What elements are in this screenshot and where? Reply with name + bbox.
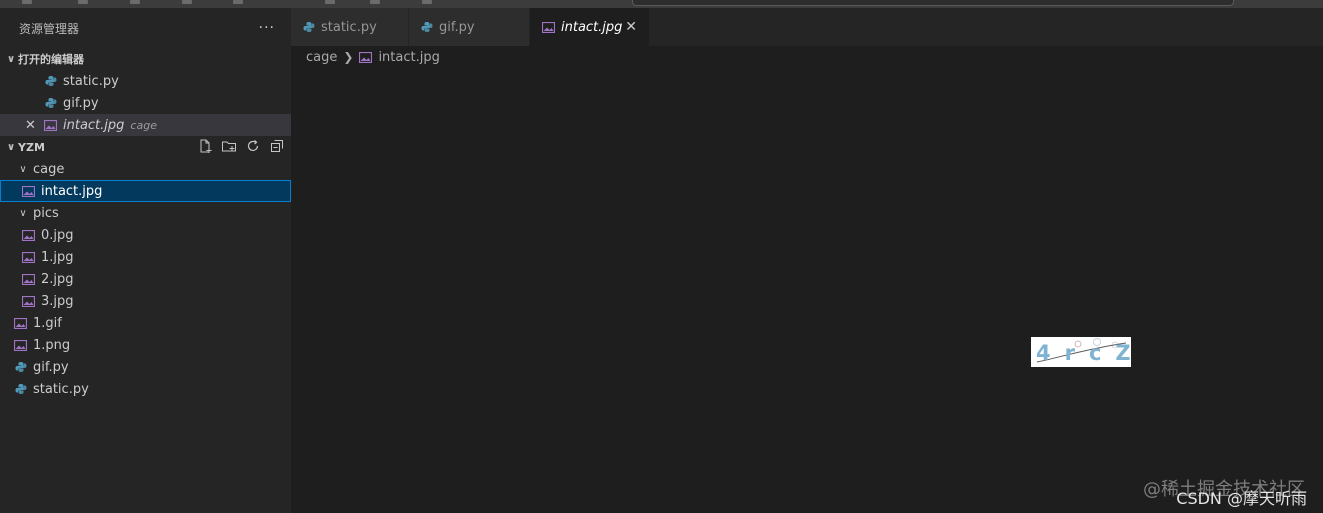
- collapse-all-icon[interactable]: [269, 138, 285, 154]
- image-file-icon: [22, 295, 35, 307]
- workspace-section[interactable]: ∨ YZM: [0, 136, 291, 158]
- tree-label: pics: [33, 205, 59, 221]
- workspace-title: YZM: [18, 140, 45, 154]
- menu-marker: [182, 0, 192, 4]
- explorer-header: 资源管理器 ···: [0, 8, 291, 48]
- chevron-down-icon: ∨: [6, 53, 16, 65]
- tree-file[interactable]: static.py: [0, 378, 291, 400]
- menu-marker: [370, 0, 380, 4]
- breadcrumb: cage ❯ intact.jpg: [306, 46, 440, 68]
- tree-file[interactable]: 3.jpg: [0, 290, 291, 312]
- python-file-icon: [15, 362, 27, 372]
- python-file-icon: [303, 22, 315, 32]
- tab-label: gif.py: [439, 19, 475, 35]
- tree-label: 1.png: [33, 337, 71, 353]
- open-editor-item-active[interactable]: ✕ intact.jpg cage: [0, 114, 291, 136]
- explorer-title: 资源管理器: [19, 21, 80, 36]
- tab-label: intact.jpg: [561, 19, 623, 35]
- python-file-icon: [45, 76, 57, 86]
- menu-marker: [422, 0, 432, 4]
- tree-file[interactable]: 0.jpg: [0, 224, 291, 246]
- python-file-icon: [45, 98, 57, 108]
- open-editor-item[interactable]: gif.py: [0, 92, 291, 114]
- open-editor-item[interactable]: static.py: [0, 70, 291, 92]
- chevron-right-icon: ❯: [343, 50, 354, 64]
- tree-file[interactable]: gif.py: [0, 356, 291, 378]
- tree-label: gif.py: [33, 359, 69, 375]
- new-folder-icon[interactable]: [221, 138, 237, 154]
- image-preview-area: [291, 68, 1323, 513]
- tree-label: 0.jpg: [41, 227, 74, 243]
- breadcrumb-file[interactable]: intact.jpg: [378, 50, 439, 65]
- tree-label: static.py: [33, 381, 89, 397]
- open-editor-label: static.py: [63, 73, 119, 89]
- close-icon[interactable]: ✕: [25, 118, 39, 133]
- image-file-icon: [22, 251, 35, 263]
- explorer-actions: [197, 138, 285, 154]
- image-file-icon: [359, 51, 373, 63]
- tree-file-intact-jpg[interactable]: intact.jpg: [0, 180, 291, 202]
- menu-marker: [130, 0, 140, 4]
- new-file-icon[interactable]: [197, 138, 213, 154]
- tab-gif-py[interactable]: gif.py: [409, 8, 530, 46]
- menu-marker: [233, 0, 243, 4]
- image-file-icon: [14, 317, 27, 329]
- open-editor-description: cage: [130, 118, 157, 132]
- image-file-icon: [22, 185, 35, 197]
- python-file-icon: [15, 384, 27, 394]
- tree-folder-cage[interactable]: ∨ cage: [0, 158, 291, 180]
- image-file-icon: [14, 339, 27, 351]
- command-center[interactable]: [632, 0, 1234, 6]
- tree-file[interactable]: 1.png: [0, 334, 291, 356]
- breadcrumb-folder[interactable]: cage: [306, 50, 337, 65]
- image-file-icon: [22, 273, 35, 285]
- tree-file[interactable]: 1.gif: [0, 312, 291, 334]
- explorer-sidebar: 资源管理器 ··· ∨ 打开的编辑器 static.py gif.py ✕ in…: [0, 8, 291, 513]
- chevron-down-icon: ∨: [6, 141, 16, 153]
- tab-static-py[interactable]: static.py: [291, 8, 409, 46]
- open-editors-section[interactable]: ∨ 打开的编辑器: [0, 48, 291, 70]
- tab-label: static.py: [321, 19, 377, 35]
- tree-label: 3.jpg: [41, 293, 74, 309]
- chevron-down-icon: ∨: [19, 163, 27, 175]
- tree-label: cage: [33, 161, 65, 177]
- python-file-icon: [421, 22, 433, 32]
- refresh-icon[interactable]: [245, 138, 261, 154]
- image-file-icon: [44, 119, 57, 131]
- tab-intact-jpg[interactable]: intact.jpg ✕: [530, 8, 650, 46]
- menu-marker: [325, 0, 335, 4]
- tree-label: 2.jpg: [41, 271, 74, 287]
- editor-tab-bar: static.py gif.py intact.jpg ✕: [291, 8, 1323, 46]
- open-editor-label: intact.jpg: [63, 117, 125, 133]
- watermark-csdn: CSDN @摩天听雨: [1176, 489, 1307, 508]
- tree-file[interactable]: 1.jpg: [0, 246, 291, 268]
- menu-marker: [22, 0, 32, 4]
- chevron-down-icon: ∨: [19, 207, 27, 219]
- image-file-icon: [542, 21, 555, 33]
- captcha-image: 4rcZ: [1031, 337, 1131, 367]
- tree-file[interactable]: 2.jpg: [0, 268, 291, 290]
- tree-label: 1.jpg: [41, 249, 74, 265]
- captcha-text: 4rcZ: [1036, 341, 1145, 365]
- tree-folder-pics[interactable]: ∨ pics: [0, 202, 291, 224]
- title-bar: [0, 0, 1323, 8]
- image-file-icon: [22, 229, 35, 241]
- open-editor-label: gif.py: [63, 95, 99, 111]
- tree-label: 1.gif: [33, 315, 62, 331]
- more-actions-button[interactable]: ···: [259, 20, 275, 36]
- close-tab-icon[interactable]: ✕: [625, 19, 637, 35]
- menu-marker: [78, 0, 88, 4]
- open-editors-title: 打开的编辑器: [18, 53, 84, 66]
- tree-label: intact.jpg: [41, 183, 103, 199]
